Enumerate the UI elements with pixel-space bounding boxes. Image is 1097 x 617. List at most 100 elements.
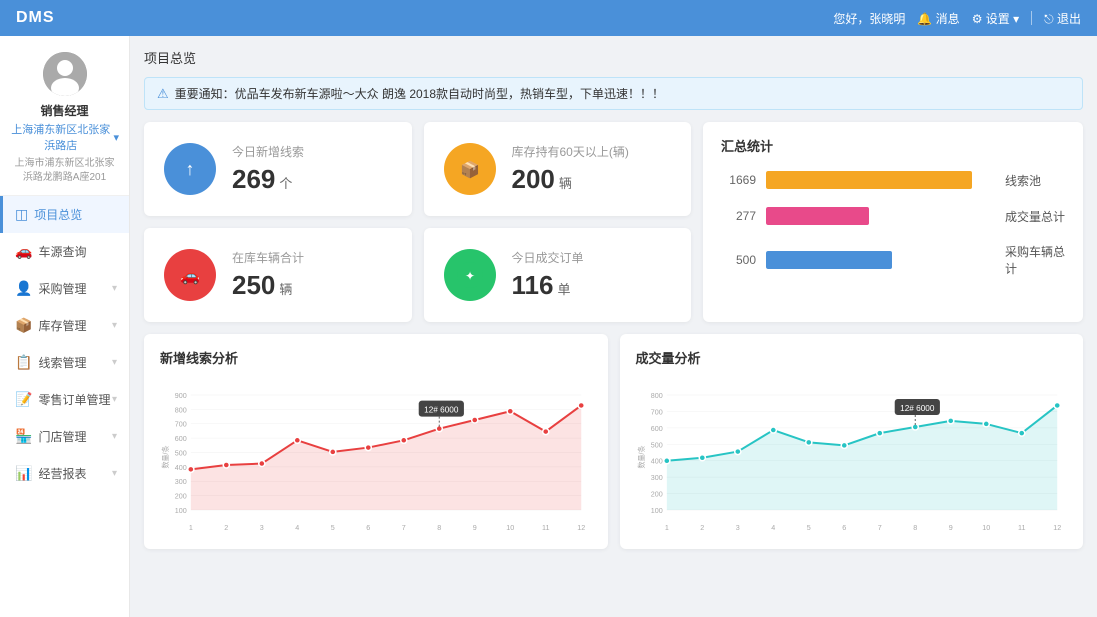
sidebar-item-label: 项目总览 <box>34 206 82 223</box>
svg-text:2: 2 <box>224 524 228 532</box>
svg-text:200: 200 <box>650 491 662 499</box>
svg-text:数量/条: 数量/条 <box>637 446 646 469</box>
sidebar-item-project[interactable]: ◫ 项目总览 <box>0 196 129 233</box>
svg-text:12: 12 <box>1053 524 1061 532</box>
svg-text:🚗: 🚗 <box>180 268 200 285</box>
sidebar-item-report[interactable]: 📊 经营报表 ▾ <box>0 455 129 492</box>
svg-text:10: 10 <box>506 524 514 532</box>
bar-fill <box>766 207 869 225</box>
svg-text:5: 5 <box>806 524 810 532</box>
svg-text:4: 4 <box>295 524 299 532</box>
sidebar-item-store[interactable]: 🏪 门店管理 ▾ <box>0 418 129 455</box>
svg-text:2: 2 <box>700 524 704 532</box>
svg-text:700: 700 <box>650 409 662 417</box>
bars-container: 1669 线索池 277 成交量总计 500 采购车辆总计 <box>721 171 1065 277</box>
sidebar-item-leads[interactable]: 📋 线索管理 ▾ <box>0 344 129 381</box>
svg-text:600: 600 <box>650 425 662 433</box>
svg-text:↑: ↑ <box>186 159 195 179</box>
bar-label: 采购车辆总计 <box>1005 243 1065 277</box>
user-shop[interactable]: 上海浦东新区北张家浜路店 ▾ <box>10 121 119 153</box>
notification-btn[interactable]: 🔔 消息 <box>917 10 959 27</box>
user-address: 上海市浦东新区北张家浜路龙鹏路A座201 <box>10 157 119 185</box>
chevron-down-icon: ▾ <box>112 283 117 294</box>
svg-text:4: 4 <box>771 524 775 532</box>
svg-text:800: 800 <box>175 406 187 414</box>
svg-text:400: 400 <box>175 464 187 472</box>
summary-bar-row: 1669 线索池 <box>721 171 1065 189</box>
chevron-down-icon: ▾ <box>112 320 117 331</box>
sidebar-item-inventory[interactable]: 📦 库存管理 ▾ <box>0 307 129 344</box>
stat-cards-right: 📦 库存持有60天以上(辆) 200 辆 <box>424 122 692 322</box>
bar-fill <box>766 171 972 189</box>
header-divider <box>1031 11 1032 25</box>
sidebar-item-label: 采购管理 <box>38 280 86 297</box>
stat-card-in-stock: 🚗 在库车辆合计 250 辆 <box>144 228 412 322</box>
sidebar-item-label: 车源查询 <box>38 243 86 260</box>
sidebar-item-label: 线索管理 <box>38 354 86 371</box>
summary-bar-row: 500 采购车辆总计 <box>721 243 1065 277</box>
stat-label-in-stock: 在库车辆合计 <box>232 249 304 266</box>
svg-text:300: 300 <box>175 478 187 486</box>
stat-cards-left: ↑ 今日新增线索 269 个 🚗 <box>144 122 412 322</box>
svg-text:5: 5 <box>331 524 335 532</box>
in-stock-icon: 🚗 <box>164 249 216 301</box>
new-leads-icon: ↑ <box>164 143 216 195</box>
sidebar-item-label: 经营报表 <box>38 465 86 482</box>
sales-chart-title: 成交量分析 <box>636 348 1068 367</box>
sidebar-item-car[interactable]: 🚗 车源查询 <box>0 233 129 270</box>
svg-text:500: 500 <box>175 450 187 458</box>
car-icon: 🚗 <box>15 243 32 260</box>
summary-bar-row: 277 成交量总计 <box>721 207 1065 225</box>
svg-text:3: 3 <box>260 524 264 532</box>
svg-text:9: 9 <box>473 524 477 532</box>
breadcrumb: 项目总览 <box>144 48 1083 67</box>
header-right: 您好，张晓明 🔔 消息 ⚙ 设置 ▾ ⎋ 退出 <box>833 10 1081 27</box>
sidebar-item-purchase[interactable]: 👤 采购管理 ▾ <box>0 270 129 307</box>
bar-number: 500 <box>721 253 756 267</box>
svg-text:6: 6 <box>842 524 846 532</box>
leads-chart-container: 100200300400500600700800900 123456789101… <box>160 375 592 535</box>
sidebar-item-label: 门店管理 <box>38 428 86 445</box>
order-icon: 📝 <box>15 391 32 408</box>
bar-track <box>766 251 995 269</box>
svg-text:12# 6000: 12# 6000 <box>900 404 935 413</box>
svg-text:11: 11 <box>1018 524 1026 532</box>
bar-number: 1669 <box>721 173 756 187</box>
sidebar-item-order[interactable]: 📝 零售订单管理 ▾ <box>0 381 129 418</box>
svg-text:200: 200 <box>175 493 187 501</box>
svg-text:500: 500 <box>650 441 662 449</box>
svg-text:900: 900 <box>175 392 187 400</box>
sales-chart-container: 100200300400500600700800 123456789101112… <box>636 375 1068 535</box>
sidebar: 销售经理 上海浦东新区北张家浜路店 ▾ 上海市浦东新区北张家浜路龙鹏路A座201… <box>0 36 130 617</box>
chevron-down-icon: ▾ <box>112 431 117 442</box>
stat-card-today-orders: ✦ 今日成交订单 116 单 <box>424 228 692 322</box>
greeting-text: 您好，张晓明 <box>833 10 905 27</box>
logo: DMS <box>16 9 55 27</box>
svg-text:800: 800 <box>650 392 662 400</box>
summary-title: 汇总统计 <box>721 136 1065 155</box>
store-icon: 🏪 <box>15 428 32 445</box>
project-icon: ◫ <box>15 206 28 223</box>
bar-number: 277 <box>721 209 756 223</box>
stat-value-inventory60: 200 辆 <box>512 164 629 195</box>
bar-label: 成交量总计 <box>1005 208 1065 225</box>
settings-btn[interactable]: ⚙ 设置 ▾ <box>972 10 1019 27</box>
sidebar-item-label: 库存管理 <box>38 317 86 334</box>
stat-info-in-stock: 在库车辆合计 250 辆 <box>232 249 304 301</box>
header: DMS 您好，张晓明 🔔 消息 ⚙ 设置 ▾ ⎋ 退出 <box>0 0 1097 36</box>
user-name: 销售经理 <box>10 102 119 119</box>
svg-text:700: 700 <box>175 421 187 429</box>
logout-btn[interactable]: ⎋ 退出 <box>1044 10 1081 27</box>
svg-text:1: 1 <box>189 524 193 532</box>
notice-text: 重要通知：优品车发布新车源啦～大众 朗逸 2018款自动时尚型，热销车型，下单迅… <box>175 85 664 102</box>
bar-track <box>766 207 995 225</box>
bar-label: 线索池 <box>1005 172 1065 189</box>
svg-text:8: 8 <box>437 524 441 532</box>
chevron-down-icon: ▾ <box>112 357 117 368</box>
avatar <box>43 52 87 96</box>
notice-icon: ⚠ <box>157 86 169 102</box>
svg-text:300: 300 <box>650 474 662 482</box>
purchase-icon: 👤 <box>15 280 32 297</box>
notice-bar: ⚠ 重要通知：优品车发布新车源啦～大众 朗逸 2018款自动时尚型，热销车型，下… <box>144 77 1083 110</box>
stat-value-new-leads: 269 个 <box>232 164 304 195</box>
